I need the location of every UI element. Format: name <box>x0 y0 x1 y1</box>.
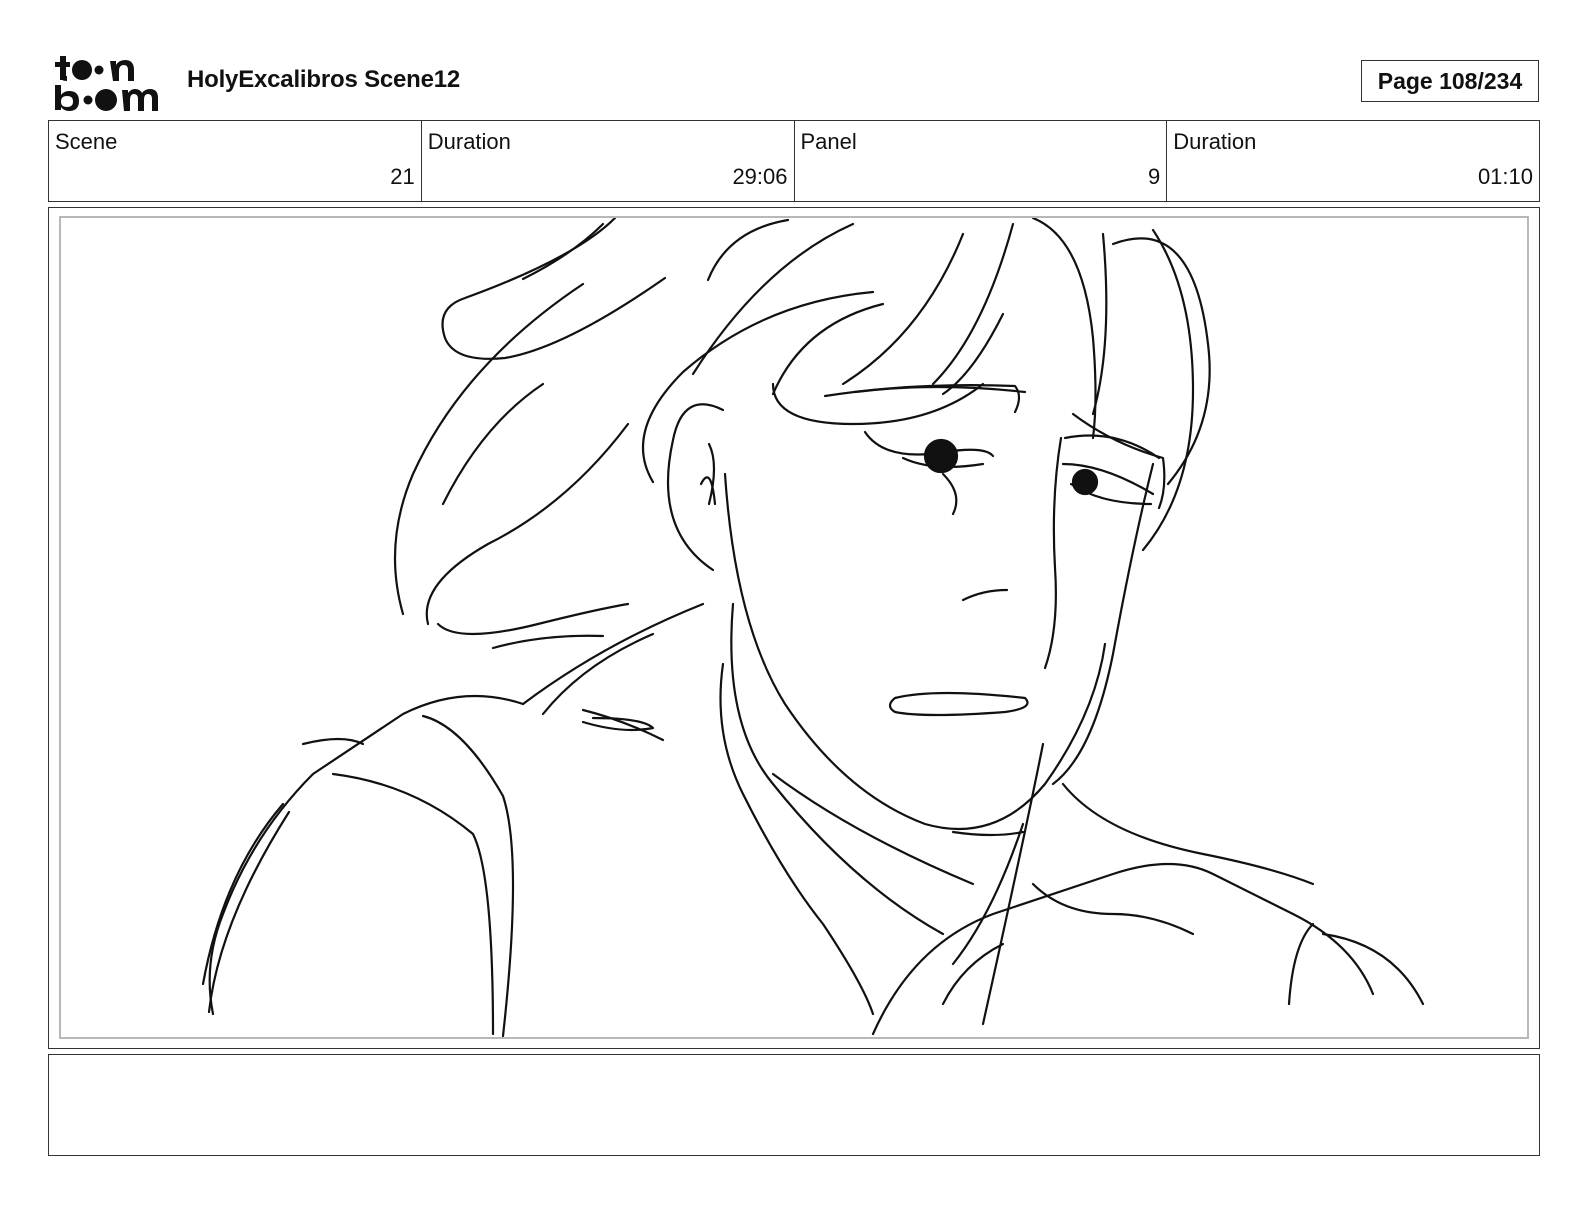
panel-duration-value: 01:10 <box>1477 164 1533 189</box>
scene-duration-value: 29:06 <box>732 164 788 189</box>
scene-value: 21 <box>390 164 415 189</box>
panel-image <box>59 216 1529 1039</box>
toonboom-logo-icon <box>52 52 164 112</box>
page-number: Page 108/234 <box>1361 60 1539 102</box>
info-bar: Scene 21 Duration 29:06 Panel 9 Duration… <box>48 120 1540 202</box>
panel-label: Panel <box>800 129 857 154</box>
scene-duration-cell: Duration 29:06 <box>422 121 795 201</box>
panel-notes[interactable] <box>48 1054 1540 1156</box>
project-title: HolyExcalibros Scene12 <box>187 66 461 93</box>
panel-frame <box>48 207 1540 1049</box>
panel-duration-label: Duration <box>1173 129 1257 154</box>
scene-cell: Scene 21 <box>49 121 422 201</box>
panel-cell: Panel 9 <box>795 121 1168 201</box>
scene-label: Scene <box>55 129 118 154</box>
storyboard-sketch-icon <box>201 218 1425 1037</box>
panel-value: 9 <box>1148 164 1161 189</box>
scene-duration-label: Duration <box>427 129 511 154</box>
panel-duration-cell: Duration 01:10 <box>1167 121 1539 201</box>
